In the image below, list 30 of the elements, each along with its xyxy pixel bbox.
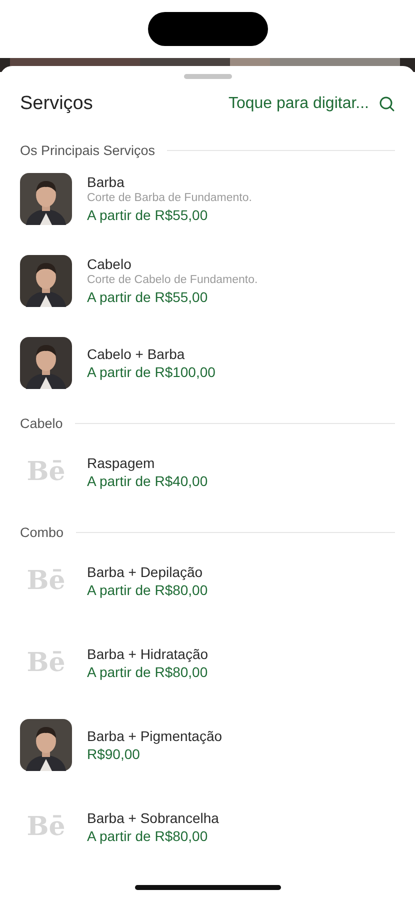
service-name: Barba + Sobrancelha bbox=[87, 808, 219, 826]
sheet-title: Serviços bbox=[20, 93, 93, 115]
search-icon[interactable] bbox=[379, 96, 395, 112]
service-price: A partir de R$80,00 bbox=[87, 826, 209, 846]
section-title: Os Principais Serviços bbox=[20, 143, 156, 158]
service-name: Barba + Hidratação bbox=[87, 644, 208, 662]
search-field[interactable]: Toque para digitar... bbox=[209, 95, 395, 113]
service-price: R$90,00 bbox=[87, 744, 141, 764]
service-item[interactable]: Barba + Pigmentação R$90,00 bbox=[20, 712, 395, 778]
service-description: Corte de Cabelo de Fundamento. bbox=[87, 273, 258, 288]
service-price: A partir de R$55,00 bbox=[87, 288, 209, 307]
sheet-handle[interactable] bbox=[184, 74, 232, 79]
service-price: A partir de R$80,00 bbox=[87, 662, 208, 682]
section-title: Combo bbox=[20, 525, 64, 540]
service-name: Cabelo bbox=[87, 255, 132, 273]
service-description: Corte de Barba de Fundamento. bbox=[87, 191, 252, 206]
service-name: Raspagem bbox=[87, 454, 156, 472]
service-price: A partir de R$40,00 bbox=[87, 472, 208, 490]
service-name: Barba bbox=[87, 173, 126, 191]
service-name: Cabelo + Barba bbox=[87, 344, 186, 362]
service-item[interactable]: Cabelo Corte de Cabelo de Fundamento. A partir de R$55,00 bbox=[20, 248, 395, 314]
home-indicator[interactable] bbox=[134, 885, 280, 890]
service-item[interactable]: Cabelo + Barba A partir de R$100,00 bbox=[20, 330, 395, 396]
service-price: A partir de R$80,00 bbox=[87, 580, 208, 600]
service-price: A partir de R$100,00 bbox=[87, 362, 216, 382]
service-name: Barba + Depilação bbox=[87, 562, 204, 580]
service-name: Barba + Pigmentação bbox=[87, 726, 222, 744]
service-item[interactable]: Barba Corte de Barba de Fundamento. A partir de R$55,00 bbox=[20, 166, 395, 232]
section-title: Cabelo bbox=[20, 416, 63, 431]
service-price: A partir de R$55,00 bbox=[87, 206, 209, 225]
